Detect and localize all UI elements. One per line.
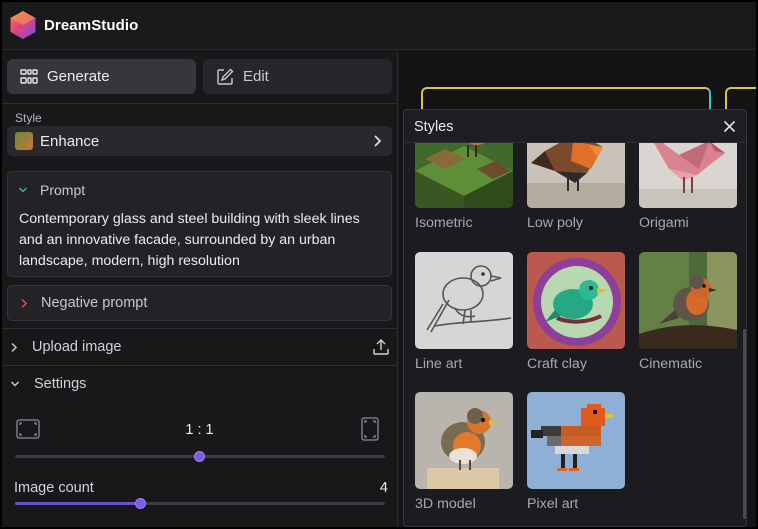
image-count-value: 4 xyxy=(379,480,388,496)
style-thumbnail xyxy=(15,132,33,150)
prompt-input[interactable]: Contemporary glass and steel building wi… xyxy=(19,209,387,272)
style-caption: Low poly xyxy=(527,215,583,231)
style-label: Style xyxy=(15,111,42,125)
style-caption: Craft clay xyxy=(527,356,587,372)
style-thumbnail-cinematic xyxy=(639,252,737,349)
style-caption: Cinematic xyxy=(639,356,703,372)
chevron-right-icon xyxy=(11,342,18,352)
styles-modal: Styles Isometric Low poly Origami Line a… xyxy=(403,109,747,527)
image-count-slider[interactable] xyxy=(15,498,385,509)
style-caption: 3D model xyxy=(415,496,476,512)
style-caption: Line art xyxy=(415,356,463,372)
style-caption: Pixel art xyxy=(527,496,579,512)
prompt-header[interactable]: Prompt xyxy=(18,182,85,198)
styles-modal-title: Styles xyxy=(414,119,454,135)
image-count-slider-handle[interactable] xyxy=(135,498,146,509)
close-icon[interactable] xyxy=(723,120,736,133)
divider xyxy=(2,328,398,329)
aspect-ratio-slider[interactable] xyxy=(15,451,385,462)
image-count-slider-fill xyxy=(15,502,141,505)
style-thumbnail-line-art xyxy=(415,252,513,349)
style-card-craft-clay[interactable]: Craft clay xyxy=(527,252,625,372)
styles-scrollbar[interactable] xyxy=(743,144,746,526)
style-card-cinematic[interactable]: Cinematic xyxy=(639,252,737,372)
grid-icon xyxy=(20,68,38,84)
left-panel: Generate Edit Style Enhance Prompt Conte… xyxy=(2,51,398,527)
edit-tab[interactable]: Edit xyxy=(203,59,392,94)
image-count-label: Image count xyxy=(14,480,94,496)
chevron-down-icon xyxy=(10,381,20,387)
style-card-3d-model[interactable]: 3D model xyxy=(415,392,513,512)
chevron-right-icon xyxy=(374,135,382,147)
negative-prompt-section[interactable]: Negative prompt xyxy=(7,285,392,321)
app-name: DreamStudio xyxy=(44,17,139,34)
edit-tab-label: Edit xyxy=(243,68,269,85)
styles-scrollbar-thumb[interactable] xyxy=(743,329,746,519)
style-thumbnail-pixel-art xyxy=(527,392,625,489)
style-selector[interactable]: Enhance xyxy=(7,126,392,156)
settings-row[interactable]: Settings xyxy=(2,367,398,401)
app-logo-icon xyxy=(10,11,36,39)
top-bar: DreamStudio xyxy=(2,2,756,50)
prompt-section: Prompt Contemporary glass and steel buil… xyxy=(7,171,392,277)
generate-tab[interactable]: Generate xyxy=(7,59,196,94)
aspect-landscape-icon[interactable] xyxy=(16,419,40,439)
app-window: DreamStudio Generate Edit Style Enhance xyxy=(0,0,758,529)
style-selected-value: Enhance xyxy=(40,132,100,150)
chevron-down-icon xyxy=(18,187,28,193)
aspect-ratio-slider-handle[interactable] xyxy=(194,451,205,462)
style-caption: Isometric xyxy=(415,215,473,231)
upload-icon[interactable] xyxy=(372,338,390,356)
style-card-line-art[interactable]: Line art xyxy=(415,252,513,372)
divider xyxy=(2,103,398,104)
negative-prompt-label: Negative prompt xyxy=(41,295,148,311)
style-thumbnail-3d-model xyxy=(415,392,513,489)
style-caption: Origami xyxy=(639,215,689,231)
prompt-label: Prompt xyxy=(40,182,86,198)
upload-image-row[interactable]: Upload image xyxy=(2,330,398,364)
styles-modal-header: Styles xyxy=(404,110,746,143)
divider xyxy=(2,365,398,366)
style-card-pixel-art[interactable]: Pixel art xyxy=(527,392,625,512)
generate-tab-label: Generate xyxy=(47,68,110,85)
chevron-right-icon xyxy=(21,298,28,308)
aspect-portrait-icon[interactable] xyxy=(361,417,379,441)
upload-image-label: Upload image xyxy=(32,339,122,355)
settings-label: Settings xyxy=(34,376,87,392)
style-thumbnail-craft-clay xyxy=(527,252,625,349)
edit-icon xyxy=(217,68,234,85)
aspect-ratio-value: 1 : 1 xyxy=(185,422,214,438)
